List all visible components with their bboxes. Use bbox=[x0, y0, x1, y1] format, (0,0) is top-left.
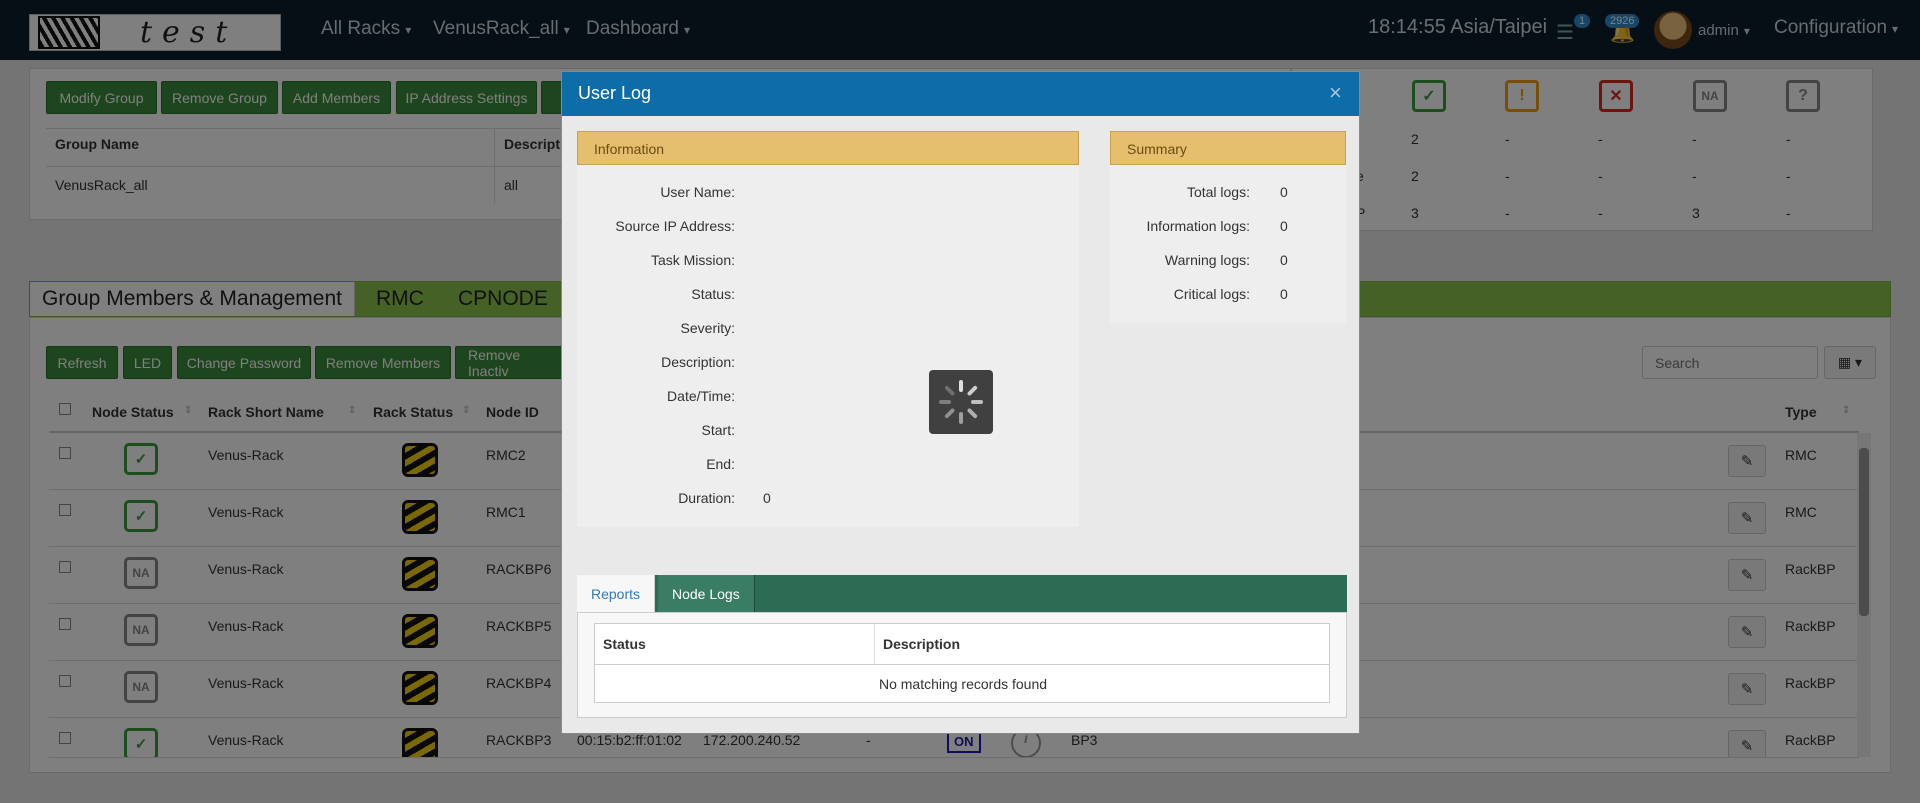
field-label: Duration: bbox=[678, 490, 735, 506]
modal-header: User Log × bbox=[562, 72, 1359, 116]
field-value: 0 bbox=[1280, 184, 1288, 200]
empty-table-message: No matching records found bbox=[878, 676, 1048, 692]
field-label: Status: bbox=[691, 286, 735, 302]
field-value: 0 bbox=[1280, 252, 1288, 268]
modal-title: User Log bbox=[578, 83, 652, 103]
field-label: Date/Time: bbox=[667, 388, 735, 404]
report-tabs: Reports Node Logs bbox=[577, 575, 1347, 612]
description-column-header[interactable]: Description bbox=[883, 636, 960, 652]
reports-panel: Status Description No matching records f… bbox=[577, 612, 1347, 718]
field-label: Task Mission: bbox=[650, 252, 735, 268]
spinner-segment bbox=[971, 400, 983, 404]
field-value: 0 bbox=[763, 490, 771, 506]
field-label: Start: bbox=[701, 422, 735, 438]
spinner-segment bbox=[939, 400, 951, 404]
close-icon[interactable]: × bbox=[1329, 80, 1342, 106]
information-box: Information User Name: Source IP Address… bbox=[577, 131, 1079, 527]
divider bbox=[595, 664, 1329, 665]
spinner-segment bbox=[966, 407, 978, 419]
field-label: User Name: bbox=[660, 184, 735, 200]
summary-heading: Summary bbox=[1110, 131, 1346, 165]
field-label: Description: bbox=[661, 354, 735, 370]
field-label: Severity: bbox=[680, 320, 735, 336]
field-label: Information logs: bbox=[1146, 218, 1251, 234]
field-label: End: bbox=[706, 456, 735, 472]
spinner-segment bbox=[944, 407, 956, 419]
summary-box: Summary Total logs: 0 Information logs: … bbox=[1110, 131, 1346, 323]
spinner-segment bbox=[959, 412, 963, 424]
reports-table: Status Description No matching records f… bbox=[594, 623, 1330, 703]
spinner-segment bbox=[944, 385, 956, 397]
loading-spinner-icon bbox=[929, 370, 993, 434]
field-label: Source IP Address: bbox=[615, 218, 735, 234]
spinner-segment bbox=[966, 385, 978, 397]
spinner-segment bbox=[959, 380, 963, 392]
field-label: Total logs: bbox=[1186, 184, 1250, 200]
information-heading: Information bbox=[577, 131, 1079, 165]
status-column-header[interactable]: Status bbox=[603, 636, 646, 652]
divider bbox=[874, 624, 875, 664]
field-label: Critical logs: bbox=[1173, 286, 1250, 302]
field-value: 0 bbox=[1280, 218, 1288, 234]
tab-reports[interactable]: Reports bbox=[577, 575, 656, 612]
tab-node-logs[interactable]: Node Logs bbox=[658, 575, 755, 612]
user-log-modal: User Log × Information User Name: Source… bbox=[561, 71, 1360, 734]
field-label: Warning logs: bbox=[1164, 252, 1250, 268]
field-value: 0 bbox=[1280, 286, 1288, 302]
